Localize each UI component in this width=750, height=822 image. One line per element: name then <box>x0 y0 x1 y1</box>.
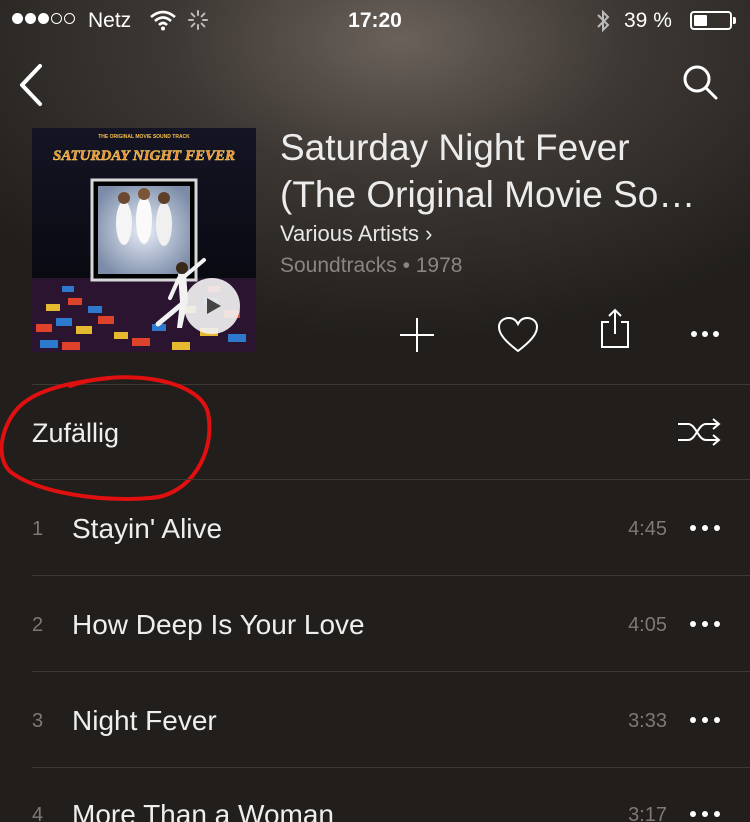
heart-icon <box>497 316 539 353</box>
artist-link[interactable]: Various Artists › <box>280 221 432 247</box>
battery-percent: 39 % <box>624 9 672 32</box>
album-title-line-1: Saturday Night Fever <box>280 127 630 168</box>
track-number: 4 <box>32 804 44 822</box>
track-number: 3 <box>32 710 44 732</box>
track-number: 1 <box>32 518 44 540</box>
status-bar: Netz 17:20 39 % <box>0 0 750 40</box>
track-row[interactable]: 1 Stayin' Alive 4:45 <box>0 480 750 576</box>
track-title: How Deep Is Your Love <box>72 609 365 640</box>
bluetooth-icon <box>597 9 610 33</box>
album-title-line-2: (The Original Movie So… <box>280 174 696 215</box>
track-row[interactable]: 3 Night Fever 3:33 <box>0 672 750 768</box>
track-title: More Than a Woman <box>72 799 334 822</box>
search-icon <box>683 65 718 100</box>
add-button[interactable] <box>398 316 436 354</box>
battery-icon <box>690 11 732 30</box>
svg-text:SATURDAY NIGHT FEVER: SATURDAY NIGHT FEVER <box>53 148 235 164</box>
svg-text:THE ORIGINAL MOVIE SOUND TRACK: THE ORIGINAL MOVIE SOUND TRACK <box>98 134 190 140</box>
track-row[interactable]: 2 How Deep Is Your Love 4:05 <box>0 576 750 672</box>
share-icon <box>601 308 629 348</box>
share-button[interactable] <box>599 308 631 350</box>
back-button[interactable] <box>14 62 48 108</box>
more-icon <box>691 331 719 337</box>
shuffle-icon <box>678 418 721 446</box>
album-genre-year: Soundtracks • 1978 <box>280 254 463 277</box>
track-duration: 4:45 <box>628 518 667 540</box>
search-button[interactable] <box>680 62 720 102</box>
track-title: Night Fever <box>72 705 217 736</box>
track-title: Stayin' Alive <box>72 513 223 544</box>
love-button[interactable] <box>497 316 539 354</box>
track-more-button[interactable] <box>688 609 722 639</box>
track-duration: 3:17 <box>628 804 667 822</box>
album-title: Saturday Night Fever (The Original Movie… <box>280 124 720 218</box>
track-more-button[interactable] <box>688 513 722 543</box>
battery-nub <box>733 17 736 24</box>
track-duration: 4:05 <box>628 614 667 636</box>
track-number: 2 <box>32 614 44 636</box>
shuffle-row[interactable]: Zufällig <box>0 385 750 479</box>
more-options-button[interactable] <box>690 322 722 346</box>
track-row[interactable]: 4 More Than a Woman 3:17 <box>0 768 750 822</box>
play-button[interactable] <box>184 278 240 334</box>
track-duration: 3:33 <box>628 710 667 732</box>
track-more-button[interactable] <box>688 799 722 822</box>
plus-icon <box>400 318 434 352</box>
shuffle-label: Zufällig <box>32 418 120 448</box>
track-more-button[interactable] <box>688 705 722 735</box>
chevron-left-icon <box>20 64 42 106</box>
